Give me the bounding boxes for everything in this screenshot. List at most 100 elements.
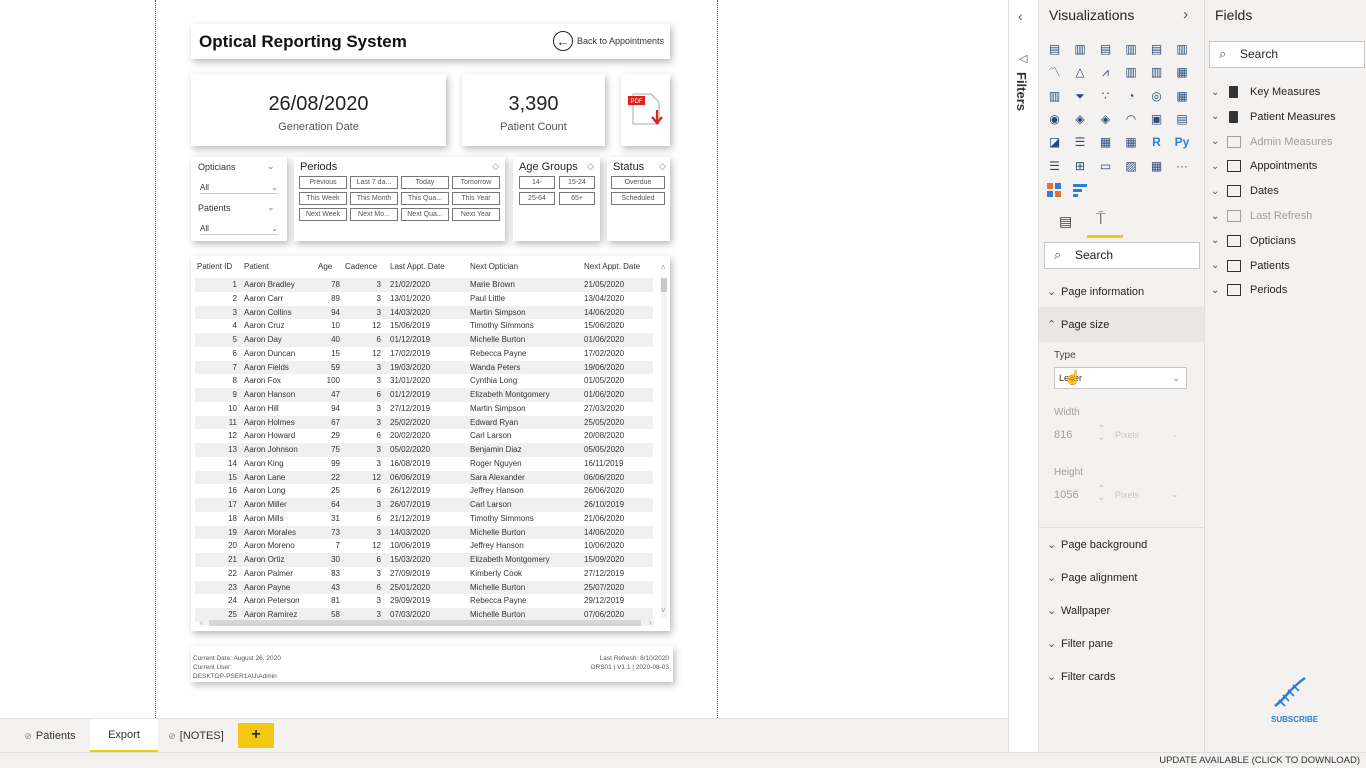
section-page-alignment[interactable]: ⌄ Page alignment bbox=[1047, 571, 1137, 584]
line-clustered-column-icon[interactable]: ▥ bbox=[1149, 65, 1164, 80]
age-group-button[interactable]: 25-64 bbox=[519, 192, 555, 205]
table-row[interactable]: 9 Aaron Hanson 47 6 01/12/2019 Elizabeth Mont… bbox=[195, 388, 653, 402]
table-header[interactable]: Patient ID bbox=[197, 262, 232, 271]
status-button[interactable]: Overdue bbox=[611, 176, 665, 189]
period-button[interactable]: Next Year bbox=[452, 208, 500, 221]
chevron-down-icon[interactable]: ⌄ bbox=[1171, 489, 1179, 500]
chevron-right-icon[interactable]: › bbox=[1183, 6, 1188, 23]
fields-search-input[interactable]: ⌕ Search bbox=[1209, 41, 1365, 68]
table-row[interactable]: 2 Aaron Carr 89 3 13/01/2020 Paul Little 13/04… bbox=[195, 292, 653, 306]
donut-chart-icon[interactable]: ◎ bbox=[1149, 89, 1164, 104]
table-header[interactable]: Patient bbox=[244, 262, 269, 271]
height-unit-dropdown[interactable]: Pixels bbox=[1115, 490, 1139, 500]
eraser-icon[interactable]: ◇ bbox=[659, 161, 666, 172]
table-row[interactable]: 8 Aaron Fox 100 3 31/01/2020 Cynthia Long 01/0… bbox=[195, 374, 653, 388]
table-row[interactable]: 19 Aaron Morales 73 3 14/03/2020 Michelle Bur… bbox=[195, 525, 653, 540]
treemap-icon[interactable]: ▦ bbox=[1175, 89, 1190, 104]
table-row[interactable]: 15 Aaron Lane 22 12 06/06/2019 Sara Alexander… bbox=[195, 470, 653, 485]
table-row[interactable]: 13 Aaron Johnson 75 3 05/02/2020 Benjamin Dia… bbox=[195, 443, 653, 457]
field-table-periods[interactable]: ⌄ Periods bbox=[1211, 284, 1287, 297]
tab-notes[interactable]: ⊘ [NOTES] bbox=[160, 719, 232, 753]
table-row[interactable]: 1 Aaron Bradley 78 3 21/02/2020 Marie Brown 21… bbox=[195, 278, 653, 292]
age-group-button[interactable]: 65+ bbox=[559, 192, 595, 205]
python-visual-icon[interactable]: Py bbox=[1175, 135, 1190, 150]
field-table-patients[interactable]: ⌄ Patients bbox=[1211, 259, 1290, 272]
card-icon[interactable]: ▣ bbox=[1149, 112, 1164, 127]
matrix-icon[interactable]: ▦ bbox=[1124, 135, 1139, 150]
section-wallpaper[interactable]: ⌄ Wallpaper bbox=[1047, 604, 1110, 617]
table-row[interactable]: 5 Aaron Day 40 6 01/12/2019 Michelle Burton 01… bbox=[195, 333, 653, 347]
custom-visual-icon[interactable] bbox=[1047, 183, 1061, 197]
decomp-icon[interactable]: ⊞ bbox=[1073, 159, 1088, 174]
map-icon[interactable]: ◉ bbox=[1047, 112, 1062, 127]
format-paint-roller-icon[interactable]: ⍑ bbox=[1096, 211, 1106, 229]
table-icon[interactable]: ▦ bbox=[1098, 135, 1113, 150]
scroll-left-icon[interactable]: ‹ bbox=[200, 618, 203, 627]
width-input[interactable]: 816 bbox=[1054, 429, 1072, 441]
field-table-last-refresh[interactable]: ⌄ Last Refresh bbox=[1211, 210, 1312, 222]
period-button[interactable]: This Year bbox=[452, 192, 500, 205]
period-button[interactable]: This Week bbox=[299, 192, 347, 205]
section-page-size[interactable]: ⌃ Page size bbox=[1047, 318, 1109, 331]
r-visual-icon[interactable]: R bbox=[1149, 135, 1164, 150]
period-button[interactable]: Last 7 da... bbox=[350, 176, 398, 189]
field-table-key-measures[interactable]: ⌄ Key Measures bbox=[1211, 86, 1320, 98]
table-row[interactable]: 17 Aaron Miller 64 3 26/07/2019 Carl Larson 26… bbox=[195, 498, 653, 512]
field-table-opticians[interactable]: ⌄ Opticians bbox=[1211, 234, 1296, 247]
chevron-left-icon[interactable]: ‹ bbox=[1018, 8, 1023, 24]
scatter-icon[interactable]: ∵ bbox=[1098, 89, 1113, 104]
scrollbar-thumb[interactable] bbox=[661, 278, 667, 292]
table-row[interactable]: 22 Aaron Palmer 83 3 27/09/2019 Kimberly Cook… bbox=[195, 567, 653, 581]
more-visuals-icon[interactable]: ··· bbox=[1175, 159, 1190, 174]
100-stacked-bar-icon[interactable]: ▤ bbox=[1098, 42, 1113, 57]
area-chart-icon[interactable]: △ bbox=[1073, 65, 1088, 80]
chevron-down-icon[interactable]: ⌄ bbox=[1171, 429, 1179, 440]
period-button[interactable]: Today bbox=[401, 176, 449, 189]
table-header[interactable]: Age bbox=[318, 262, 332, 271]
scroll-down-icon[interactable]: ˅ bbox=[661, 606, 666, 615]
eraser-icon[interactable]: ◇ bbox=[587, 161, 594, 172]
kpi-icon[interactable]: ◪ bbox=[1047, 135, 1062, 150]
period-button[interactable]: Next Week bbox=[299, 208, 347, 221]
pie-chart-icon[interactable]: ◔ bbox=[1124, 89, 1139, 104]
table-row[interactable]: 6 Aaron Duncan 15 12 17/02/2019 Rebecca Payne… bbox=[195, 347, 653, 361]
vertical-scrollbar[interactable] bbox=[661, 278, 667, 618]
table-row[interactable]: 4 Aaron Cruz 10 12 15/06/2019 Timothy Simmons… bbox=[195, 319, 653, 333]
table-row[interactable]: 18 Aaron Mills 31 6 21/12/2019 Timothy Simmon… bbox=[195, 512, 653, 526]
table-row[interactable]: 7 Aaron Fields 59 3 19/03/2020 Wanda Peters 19… bbox=[195, 360, 653, 375]
field-table-admin-measures[interactable]: ⌄ Admin Measures bbox=[1211, 135, 1333, 148]
table-row[interactable]: 20 Aaron Moreno 7 12 10/06/2019 Jeffrey Hanso… bbox=[195, 539, 653, 553]
height-stepper-icon[interactable]: ⌃ ⌄ bbox=[1097, 485, 1105, 503]
eraser-icon[interactable]: ◇ bbox=[492, 161, 499, 172]
table-header[interactable]: Next Appt. Date bbox=[584, 262, 640, 271]
period-button[interactable]: Next Qua... bbox=[401, 208, 449, 221]
field-table-appointments[interactable]: ⌄ Appointments bbox=[1211, 160, 1317, 173]
table-row[interactable]: 16 Aaron Long 25 6 26/12/2019 Jeffrey Hanson 2… bbox=[195, 484, 653, 498]
stacked-column-icon[interactable]: ▥ bbox=[1124, 42, 1139, 57]
waterfall-icon[interactable]: ▥ bbox=[1047, 89, 1062, 104]
section-filter-pane[interactable]: ⌄ Filter pane bbox=[1047, 637, 1113, 650]
paginated-icon[interactable]: ▦ bbox=[1149, 159, 1164, 174]
multi-row-card-icon[interactable]: ▤ bbox=[1175, 112, 1190, 127]
period-button[interactable]: Previous bbox=[299, 176, 347, 189]
table-row[interactable]: 12 Aaron Howard 29 6 20/02/2020 Carl Larson 20… bbox=[195, 429, 653, 443]
stacked-bar-icon[interactable]: ▤ bbox=[1047, 42, 1062, 57]
filled-map-icon[interactable]: ◈ bbox=[1073, 112, 1088, 127]
clustered-column-icon[interactable]: ▤ bbox=[1149, 42, 1164, 57]
table-row[interactable]: 21 Aaron Ortiz 30 6 15/03/2020 Elizabeth Mont… bbox=[195, 553, 653, 567]
period-button[interactable]: Tomorrow bbox=[452, 176, 500, 189]
period-button[interactable]: This Month bbox=[350, 192, 398, 205]
period-button[interactable]: This Qua... bbox=[401, 192, 449, 205]
table-header[interactable]: Last Appt. Date bbox=[390, 262, 445, 271]
chevron-down-icon[interactable]: ⌄ bbox=[267, 161, 275, 172]
decomposition-tree-icon[interactable] bbox=[1073, 182, 1089, 198]
scrollbar-thumb[interactable] bbox=[209, 620, 641, 626]
table-row[interactable]: 3 Aaron Collins 94 3 14/03/2020 Martin Simpso… bbox=[195, 305, 653, 320]
clustered-bar-icon[interactable]: ▥ bbox=[1073, 42, 1088, 57]
shape-map-icon[interactable]: ◈ bbox=[1098, 112, 1113, 127]
scroll-up-icon[interactable]: ˄ bbox=[661, 263, 666, 272]
width-unit-dropdown[interactable]: Pixels bbox=[1115, 430, 1139, 440]
format-search-input[interactable]: ⌕ Search bbox=[1044, 242, 1200, 269]
field-table-patient-measures[interactable]: ⌄ Patient Measures bbox=[1211, 110, 1336, 123]
add-page-button[interactable]: + bbox=[238, 723, 274, 748]
